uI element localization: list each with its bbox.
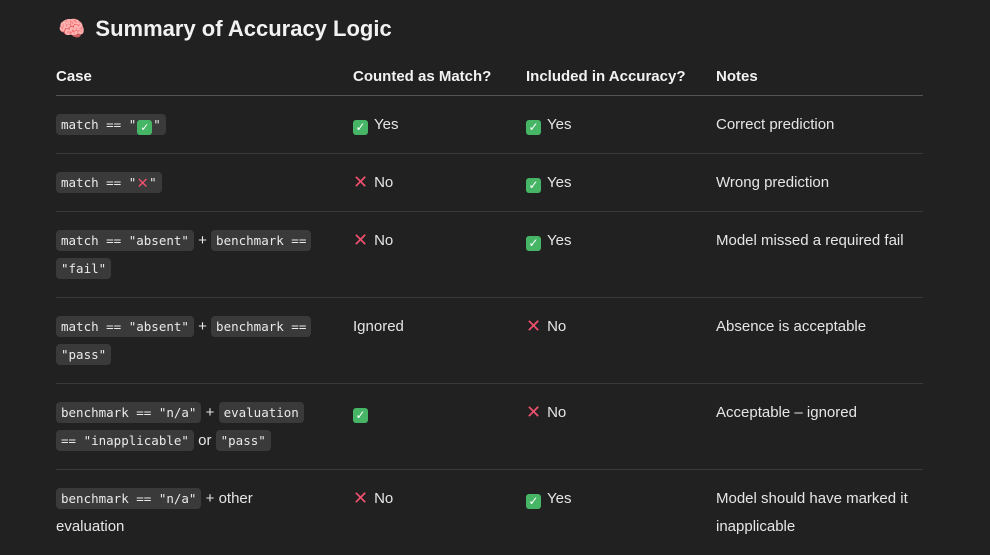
- table-row: benchmark == "n/a" + other evaluation ✕N…: [56, 470, 923, 555]
- page-title: 🧠 Summary of Accuracy Logic: [58, 16, 392, 42]
- table-row: match == "✓" ✓Yes ✓Yes Correct predictio…: [56, 96, 923, 154]
- header-case: Case: [56, 60, 353, 96]
- check-icon: ✓: [137, 120, 152, 135]
- accuracy-cell: ✓Yes: [526, 212, 716, 298]
- match-cell: ✕No: [353, 470, 526, 555]
- header-included-in-accuracy: Included in Accuracy?: [526, 60, 716, 96]
- cross-icon: ✕: [353, 491, 368, 506]
- header-notes: Notes: [716, 60, 923, 96]
- check-icon: ✓: [526, 236, 541, 251]
- code-snippet: "fail": [56, 258, 111, 279]
- brain-icon: 🧠: [58, 16, 85, 42]
- notes-cell: Acceptable – ignored: [716, 384, 923, 470]
- check-icon: ✓: [353, 408, 368, 423]
- case-cell: match == "absent" + benchmark == "pass": [56, 298, 353, 384]
- cross-icon: ✕: [353, 175, 368, 190]
- match-cell: ✓Yes: [353, 96, 526, 154]
- code-snippet: "pass": [216, 430, 271, 451]
- check-icon: ✓: [353, 120, 368, 135]
- notes-cell: Model missed a required fail: [716, 212, 923, 298]
- accuracy-cell: ✓Yes: [526, 96, 716, 154]
- notes-cell: Model should have marked it inapplicable: [716, 470, 923, 555]
- notes-cell: Wrong prediction: [716, 154, 923, 212]
- accuracy-cell: ✓Yes: [526, 470, 716, 555]
- case-cell: match == "✕": [56, 154, 353, 212]
- page-title-text: Summary of Accuracy Logic: [95, 16, 391, 42]
- case-cell: match == "✓": [56, 96, 353, 154]
- notes-cell: Correct prediction: [716, 96, 923, 154]
- match-cell: Ignored: [353, 298, 526, 384]
- table-row: match == "✕" ✕No ✓Yes Wrong prediction: [56, 154, 923, 212]
- accuracy-cell: ✕No: [526, 384, 716, 470]
- accuracy-cell: ✓Yes: [526, 154, 716, 212]
- code-snippet: benchmark == "n/a": [56, 488, 201, 509]
- case-cell: match == "absent" + benchmark == "fail": [56, 212, 353, 298]
- code-snippet: match == "✕": [56, 172, 162, 193]
- case-cell: benchmark == "n/a" + evaluation == "inap…: [56, 384, 353, 470]
- code-snippet: match == "absent": [56, 316, 194, 337]
- match-cell: ✓: [353, 384, 526, 470]
- table-row: match == "absent" + benchmark == "fail" …: [56, 212, 923, 298]
- table-header-row: Case Counted as Match? Included in Accur…: [56, 60, 923, 96]
- cross-icon: ✕: [137, 175, 148, 190]
- check-icon: ✓: [526, 120, 541, 135]
- cross-icon: ✕: [353, 233, 368, 248]
- code-snippet: == "inapplicable": [56, 430, 194, 451]
- table-row: benchmark == "n/a" + evaluation == "inap…: [56, 384, 923, 470]
- code-snippet: match == "✓": [56, 114, 166, 135]
- code-snippet: benchmark ==: [211, 230, 311, 251]
- table-row: match == "absent" + benchmark == "pass" …: [56, 298, 923, 384]
- code-snippet: evaluation: [219, 402, 304, 423]
- check-icon: ✓: [526, 178, 541, 193]
- check-icon: ✓: [526, 494, 541, 509]
- accuracy-table: Case Counted as Match? Included in Accur…: [56, 60, 923, 555]
- code-snippet: benchmark == "n/a": [56, 402, 201, 423]
- cross-icon: ✕: [526, 405, 541, 420]
- match-cell: ✕No: [353, 212, 526, 298]
- accuracy-cell: ✕No: [526, 298, 716, 384]
- header-counted-as-match: Counted as Match?: [353, 60, 526, 96]
- case-cell: benchmark == "n/a" + other evaluation: [56, 470, 353, 555]
- code-snippet: benchmark ==: [211, 316, 311, 337]
- page: 🧠 Summary of Accuracy Logic Case Counted…: [0, 0, 990, 551]
- match-cell: ✕No: [353, 154, 526, 212]
- notes-cell: Absence is acceptable: [716, 298, 923, 384]
- cross-icon: ✕: [526, 319, 541, 334]
- code-snippet: "pass": [56, 344, 111, 365]
- code-snippet: match == "absent": [56, 230, 194, 251]
